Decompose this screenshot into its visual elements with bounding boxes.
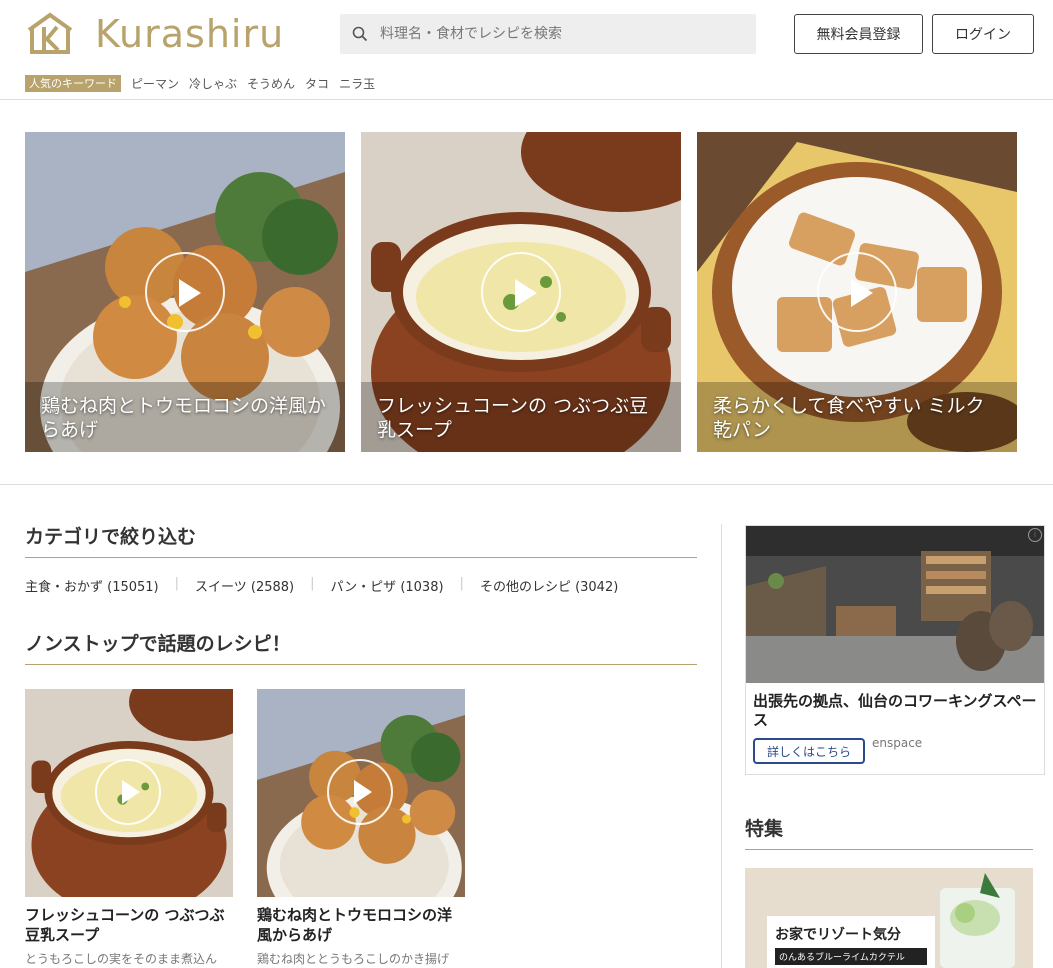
- category-section-title: カテゴリで絞り込む: [25, 522, 697, 558]
- sidebar-ad[interactable]: i 出張先の拠点、仙台のコワーキングスペース 詳しくはこちら enspace: [745, 525, 1045, 775]
- keyword-link[interactable]: ニラ玉: [339, 75, 375, 92]
- recipe-title[interactable]: フレッシュコーンの つぶつぶ豆乳スープ: [25, 905, 233, 945]
- hero-title[interactable]: 鶏むね肉とトウモロコシの洋風からあげ: [41, 394, 331, 442]
- recipe-description: とうもろこしの実をそのまま煮込ん: [25, 952, 218, 966]
- logo-text: Kurashiru: [95, 12, 285, 56]
- feature-headline: お家でリゾート気分: [775, 927, 901, 943]
- hero-video-card[interactable]: 柔らかくして食べやすい ミルク乾パン: [697, 132, 1017, 452]
- ad-details-button[interactable]: 詳しくはこちら: [753, 738, 865, 764]
- section-divider: [0, 484, 1053, 485]
- category-link[interactable]: その他のレシピ (3042): [480, 576, 618, 595]
- recipe-thumbnail[interactable]: [257, 689, 465, 897]
- logo-house-icon: [27, 12, 73, 54]
- login-button[interactable]: ログイン: [932, 14, 1034, 54]
- feature-subline: のんあるブルーライムカクテル: [775, 948, 927, 965]
- hero-video-card[interactable]: 鶏むね肉とトウモロコシの洋風からあげ: [25, 132, 345, 452]
- recipe-card[interactable]: 鶏むね肉とトウモロコシの洋風からあげ 鶏むね肉ととうもろこしのかき揚げ: [257, 689, 465, 967]
- separator: |: [174, 576, 180, 591]
- ad-info-icon[interactable]: i: [1028, 528, 1042, 542]
- category-list: 主食・おかず (15051) | スイーツ (2588) | パン・ピザ (10…: [25, 576, 634, 595]
- feature-section-title: 特集: [745, 814, 1033, 850]
- register-button[interactable]: 無料会員登録: [794, 14, 923, 54]
- separator: |: [459, 576, 464, 591]
- search-box[interactable]: [340, 14, 756, 54]
- nonstop-section-title: ノンストップで話題のレシピ！: [25, 629, 697, 665]
- ad-title[interactable]: 出張先の拠点、仙台のコワーキングスペース: [753, 692, 1038, 730]
- recipe-card[interactable]: フレッシュコーンの つぶつぶ豆乳スープ とうもろこしの実をそのまま煮込ん: [25, 689, 233, 967]
- keyword-link[interactable]: ピーマン: [131, 75, 179, 92]
- site-logo[interactable]: Kurashiru: [25, 9, 284, 59]
- keyword-link[interactable]: そうめん: [247, 75, 295, 92]
- play-icon[interactable]: [327, 759, 393, 825]
- recipe-title[interactable]: 鶏むね肉とトウモロコシの洋風からあげ: [257, 905, 465, 945]
- column-divider: [721, 524, 722, 968]
- hero-title[interactable]: フレッシュコーンの つぶつぶ豆乳スープ: [377, 394, 667, 442]
- keyword-link[interactable]: タコ: [305, 75, 329, 92]
- feature-text-box: お家でリゾート気分 のんあるブルーライムカクテル: [767, 916, 935, 968]
- recipe-thumbnail[interactable]: [25, 689, 233, 897]
- category-link[interactable]: 主食・おかず (15051): [25, 576, 159, 595]
- play-icon[interactable]: [817, 252, 897, 332]
- category-link[interactable]: スイーツ (2588): [195, 576, 294, 595]
- keywords-label: 人気のキーワード: [25, 75, 121, 92]
- recipe-description: 鶏むね肉ととうもろこしのかき揚げ: [257, 952, 450, 966]
- separator: |: [310, 576, 315, 591]
- hero-title[interactable]: 柔らかくして食べやすい ミルク乾パン: [713, 394, 1003, 442]
- keyword-link[interactable]: 冷しゃぶ: [189, 75, 237, 92]
- search-input[interactable]: [380, 14, 750, 54]
- ad-brand: enspace: [872, 736, 923, 750]
- category-link[interactable]: パン・ピザ (1038): [331, 576, 444, 595]
- popular-keywords: 人気のキーワード ピーマン 冷しゃぶ そうめん タコ ニラ玉: [25, 75, 375, 92]
- hero-video-card[interactable]: フレッシュコーンの つぶつぶ豆乳スープ: [361, 132, 681, 452]
- search-icon: [352, 26, 368, 42]
- play-icon[interactable]: [95, 759, 161, 825]
- ad-image: [746, 526, 1044, 683]
- play-icon[interactable]: [481, 252, 561, 332]
- feature-banner[interactable]: お家でリゾート気分 のんあるブルーライムカクテル: [745, 868, 1033, 968]
- site-header: Kurashiru 無料会員登録 ログイン 人気のキーワード ピーマン 冷しゃぶ…: [0, 0, 1053, 100]
- play-icon[interactable]: [145, 252, 225, 332]
